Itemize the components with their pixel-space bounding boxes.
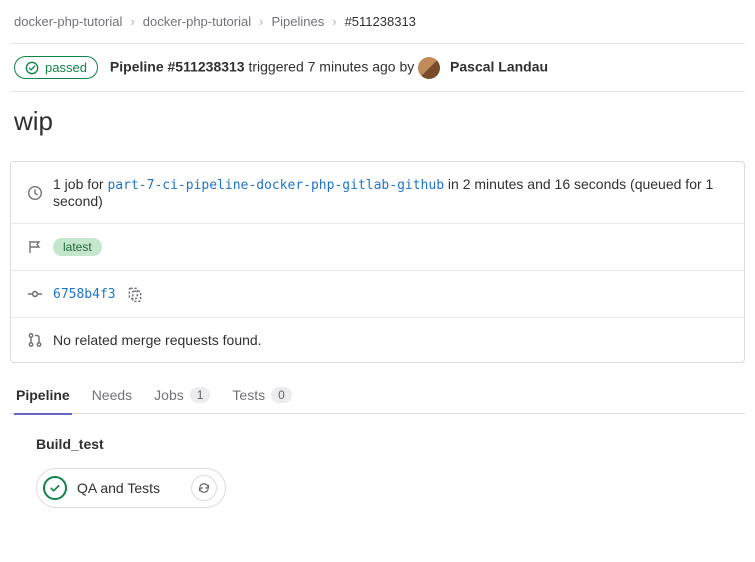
pipeline-graph: Build_test QA and Tests (10, 414, 745, 538)
chevron-right-icon: › (332, 14, 336, 29)
summary-row-commit: 6758b4f3 (11, 271, 744, 318)
page-title: wip (10, 92, 745, 147)
chevron-right-icon: › (130, 14, 134, 29)
job-count-text: 1 job for (53, 176, 104, 192)
merge-request-icon (27, 332, 43, 348)
pipeline-id: Pipeline #511238313 (110, 58, 245, 74)
summary-row-latest: latest (11, 224, 744, 271)
tab-tests-count: 0 (271, 387, 292, 403)
status-badge-passed[interactable]: passed (14, 56, 98, 79)
status-badge-label: passed (45, 60, 87, 75)
latest-badge: latest (53, 238, 102, 256)
clock-icon (27, 185, 43, 201)
tab-tests-label: Tests (232, 387, 265, 403)
flag-icon (27, 239, 43, 255)
job-name: QA and Tests (77, 480, 160, 496)
tab-tests[interactable]: Tests 0 (230, 387, 293, 413)
user-name-link[interactable]: Pascal Landau (450, 58, 548, 74)
job-pill[interactable]: QA and Tests (36, 468, 226, 508)
commit-sha-link[interactable]: 6758b4f3 (53, 287, 116, 302)
retry-job-button[interactable] (191, 475, 217, 501)
branch-link[interactable]: part-7-ci-pipeline-docker-php-gitlab-git… (107, 178, 444, 193)
triggered-text: triggered 7 minutes ago by (248, 58, 414, 74)
tab-jobs[interactable]: Jobs 1 (152, 387, 212, 413)
tab-needs[interactable]: Needs (90, 387, 134, 413)
check-circle-icon (25, 61, 39, 75)
tab-jobs-count: 1 (190, 387, 211, 403)
pipeline-header: passed Pipeline #511238313 triggered 7 m… (10, 44, 745, 91)
breadcrumb-project[interactable]: docker-php-tutorial (143, 14, 251, 29)
merge-requests-text: No related merge requests found. (53, 332, 262, 348)
copy-sha-button[interactable] (126, 285, 144, 303)
pipeline-tabs: Pipeline Needs Jobs 1 Tests 0 (10, 363, 745, 414)
breadcrumb-pipelines[interactable]: Pipelines (271, 14, 324, 29)
tab-jobs-label: Jobs (154, 387, 184, 403)
job-status-passed-icon (43, 476, 67, 500)
commit-icon (27, 286, 43, 302)
avatar[interactable] (418, 57, 440, 79)
breadcrumb-group[interactable]: docker-php-tutorial (14, 14, 122, 29)
breadcrumb-current: #511238313 (345, 14, 416, 29)
stage-name: Build_test (36, 436, 719, 468)
tab-pipeline[interactable]: Pipeline (14, 387, 72, 413)
retry-icon (197, 481, 211, 495)
summary-row-merge-requests: No related merge requests found. (11, 318, 744, 362)
pipeline-info: Pipeline #511238313 triggered 7 minutes … (110, 57, 548, 79)
breadcrumb: docker-php-tutorial › docker-php-tutoria… (10, 10, 745, 43)
summary-row-duration: 1 job for part-7-ci-pipeline-docker-php-… (11, 162, 744, 224)
pipeline-summary-card: 1 job for part-7-ci-pipeline-docker-php-… (10, 161, 745, 363)
chevron-right-icon: › (259, 14, 263, 29)
